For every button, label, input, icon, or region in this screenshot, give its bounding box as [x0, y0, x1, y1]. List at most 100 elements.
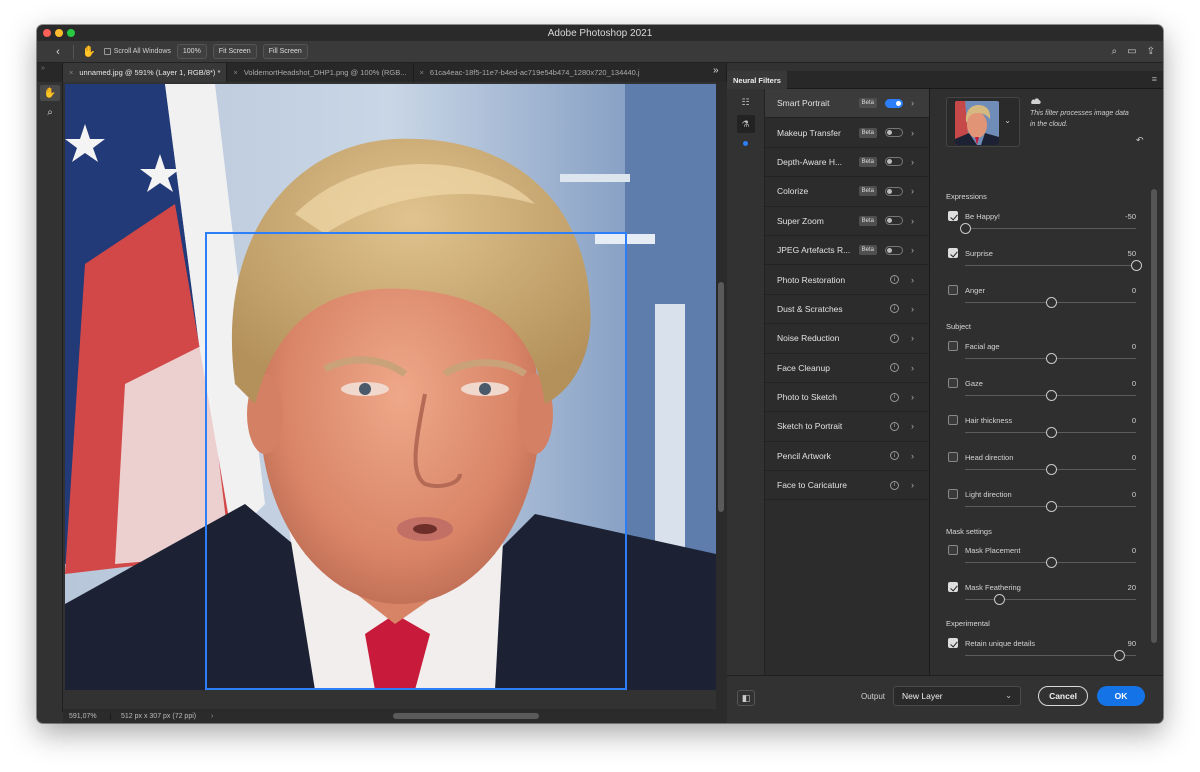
- filter-item-jpeg-artefacts-r[interactable]: JPEG Artefacts R... Beta ›: [765, 236, 929, 266]
- slider-checkbox[interactable]: [948, 211, 958, 221]
- slider-knob[interactable]: [1131, 260, 1142, 271]
- zoom-window-button[interactable]: [67, 29, 75, 37]
- hand-tool-icon[interactable]: ✋: [40, 85, 60, 101]
- chevron-right-icon[interactable]: ›: [911, 392, 921, 402]
- slider-knob[interactable]: [1045, 557, 1057, 568]
- chevron-right-icon[interactable]: ›: [911, 128, 921, 138]
- fill-screen-button[interactable]: Fill Screen: [262, 44, 308, 59]
- info-icon[interactable]: i: [890, 304, 899, 314]
- filter-toggle[interactable]: [885, 98, 903, 108]
- checkbox-box[interactable]: [103, 48, 111, 55]
- output-select[interactable]: New Layer ⌄: [893, 686, 1021, 706]
- slider-checkbox[interactable]: [948, 489, 958, 499]
- vertical-scrollbar[interactable]: [716, 82, 727, 712]
- horizontal-scrollbar[interactable]: [393, 713, 539, 719]
- info-icon[interactable]: i: [890, 451, 899, 461]
- tab-61ca4eac[interactable]: × 61ca4eac-18f5-11e7-b4ed-ac719e54b474_1…: [414, 63, 727, 82]
- chevron-right-icon[interactable]: ›: [211, 713, 221, 720]
- slider-track[interactable]: [965, 228, 1136, 229]
- chevron-right-icon[interactable]: ›: [911, 421, 921, 431]
- filter-item-super-zoom[interactable]: Super Zoom Beta ›: [765, 207, 929, 236]
- slider-value[interactable]: 0: [1132, 379, 1136, 388]
- workspace-icon[interactable]: ▭: [1127, 46, 1136, 57]
- info-icon[interactable]: i: [890, 363, 899, 373]
- beta-flask-icon[interactable]: ⚗: [736, 115, 755, 133]
- minimize-window-button[interactable]: [55, 29, 63, 37]
- info-icon[interactable]: i: [890, 392, 899, 402]
- filter-item-sketch-to-portrait[interactable]: Sketch to Portrait i ›: [765, 412, 929, 442]
- slider-checkbox[interactable]: [948, 545, 958, 555]
- filter-item-makeup-transfer[interactable]: Makeup Transfer Beta ›: [765, 118, 929, 148]
- filter-item-pencil-artwork[interactable]: Pencil Artwork i ›: [765, 442, 929, 472]
- close-window-button[interactable]: [43, 29, 51, 37]
- slider-knob[interactable]: [1045, 501, 1057, 512]
- slider-checkbox[interactable]: [948, 415, 958, 425]
- filter-item-smart-portrait[interactable]: Smart Portrait Beta ›: [765, 89, 929, 119]
- filter-toggle[interactable]: [885, 157, 903, 167]
- chevron-right-icon[interactable]: ›: [911, 98, 921, 108]
- slider-checkbox[interactable]: [948, 582, 958, 592]
- share-icon[interactable]: ⇪: [1147, 46, 1155, 57]
- slider-checkbox[interactable]: [948, 452, 958, 462]
- sliders-icon[interactable]: ☷: [737, 93, 755, 111]
- slider-value[interactable]: 0: [1132, 286, 1136, 295]
- slider-knob[interactable]: [1113, 650, 1125, 661]
- filter-toggle[interactable]: [885, 128, 903, 138]
- chevron-right-icon[interactable]: ›: [911, 363, 921, 373]
- scroll-all-windows-checkbox[interactable]: Scroll All Windows: [103, 48, 171, 55]
- slider-value[interactable]: 0: [1132, 453, 1136, 462]
- info-icon[interactable]: i: [890, 333, 899, 343]
- filter-toggle[interactable]: [885, 245, 903, 255]
- portrait-thumbnail-select[interactable]: ⌄: [946, 97, 1020, 147]
- filter-toggle[interactable]: [885, 216, 903, 226]
- ok-button[interactable]: OK: [1097, 686, 1145, 706]
- slider-knob[interactable]: [994, 594, 1006, 605]
- back-arrow-icon[interactable]: ‹: [51, 46, 65, 58]
- tab-unnamed[interactable]: × unnamed.jpg @ 591% (Layer 1, RGB/8*) *: [63, 63, 228, 82]
- slider-knob[interactable]: [1045, 297, 1057, 308]
- cancel-button[interactable]: Cancel: [1038, 686, 1088, 706]
- slider-track[interactable]: [965, 265, 1136, 266]
- slider-value[interactable]: 0: [1132, 546, 1136, 555]
- slider-value[interactable]: 20: [1128, 583, 1136, 592]
- chevron-right-icon[interactable]: ›: [911, 304, 921, 314]
- zoom-tool-icon[interactable]: ⌕: [40, 104, 60, 120]
- search-icon[interactable]: ⌕: [1112, 46, 1118, 57]
- close-tab-icon[interactable]: ×: [69, 68, 73, 77]
- chevron-right-icon[interactable]: ›: [911, 480, 921, 490]
- info-icon[interactable]: i: [890, 275, 899, 285]
- slider-checkbox[interactable]: [948, 285, 958, 295]
- slider-value[interactable]: -50: [1125, 212, 1136, 221]
- slider-knob[interactable]: [1045, 464, 1057, 475]
- compare-toggle-icon[interactable]: ◧: [737, 690, 755, 706]
- slider-value[interactable]: 0: [1132, 490, 1136, 499]
- filter-item-dust-scratches[interactable]: Dust & Scratches i ›: [765, 295, 929, 325]
- document-canvas[interactable]: [65, 84, 716, 690]
- filter-item-depth-aware-h[interactable]: Depth-Aware H... Beta ›: [765, 148, 929, 178]
- slider-value[interactable]: 90: [1128, 639, 1136, 648]
- slider-value[interactable]: 0: [1132, 416, 1136, 425]
- zoom-100-button[interactable]: 100%: [176, 44, 207, 59]
- status-zoom[interactable]: 591,07%: [63, 712, 111, 720]
- close-tab-icon[interactable]: ×: [420, 68, 424, 77]
- info-icon[interactable]: i: [890, 480, 899, 490]
- slider-checkbox[interactable]: [948, 341, 958, 351]
- slider-checkbox[interactable]: [948, 378, 958, 388]
- slider-value[interactable]: 0: [1132, 342, 1136, 351]
- filter-toggle[interactable]: [885, 186, 903, 196]
- slider-track[interactable]: [965, 599, 1136, 600]
- filter-item-colorize[interactable]: Colorize Beta ›: [765, 177, 929, 207]
- tab-voldemort[interactable]: × VoldemortHeadshot_DHP1.png @ 100% (RGB…: [227, 63, 414, 82]
- slider-knob[interactable]: [1045, 427, 1057, 438]
- slider-knob[interactable]: [960, 223, 971, 234]
- settings-scrollbar[interactable]: [1151, 189, 1157, 643]
- filter-item-photo-restoration[interactable]: Photo Restoration i ›: [765, 265, 929, 295]
- fit-screen-button[interactable]: Fit Screen: [212, 44, 257, 59]
- chevron-right-icon[interactable]: ›: [911, 186, 921, 196]
- chevron-right-icon[interactable]: ›: [911, 216, 921, 226]
- chevron-right-icon[interactable]: ›: [911, 333, 921, 343]
- filter-item-noise-reduction[interactable]: Noise Reduction i ›: [765, 324, 929, 354]
- chevron-right-icon[interactable]: ›: [911, 275, 921, 285]
- filter-item-face-to-caricature[interactable]: Face to Caricature i ›: [765, 471, 929, 501]
- chevron-right-icon[interactable]: ›: [911, 451, 921, 461]
